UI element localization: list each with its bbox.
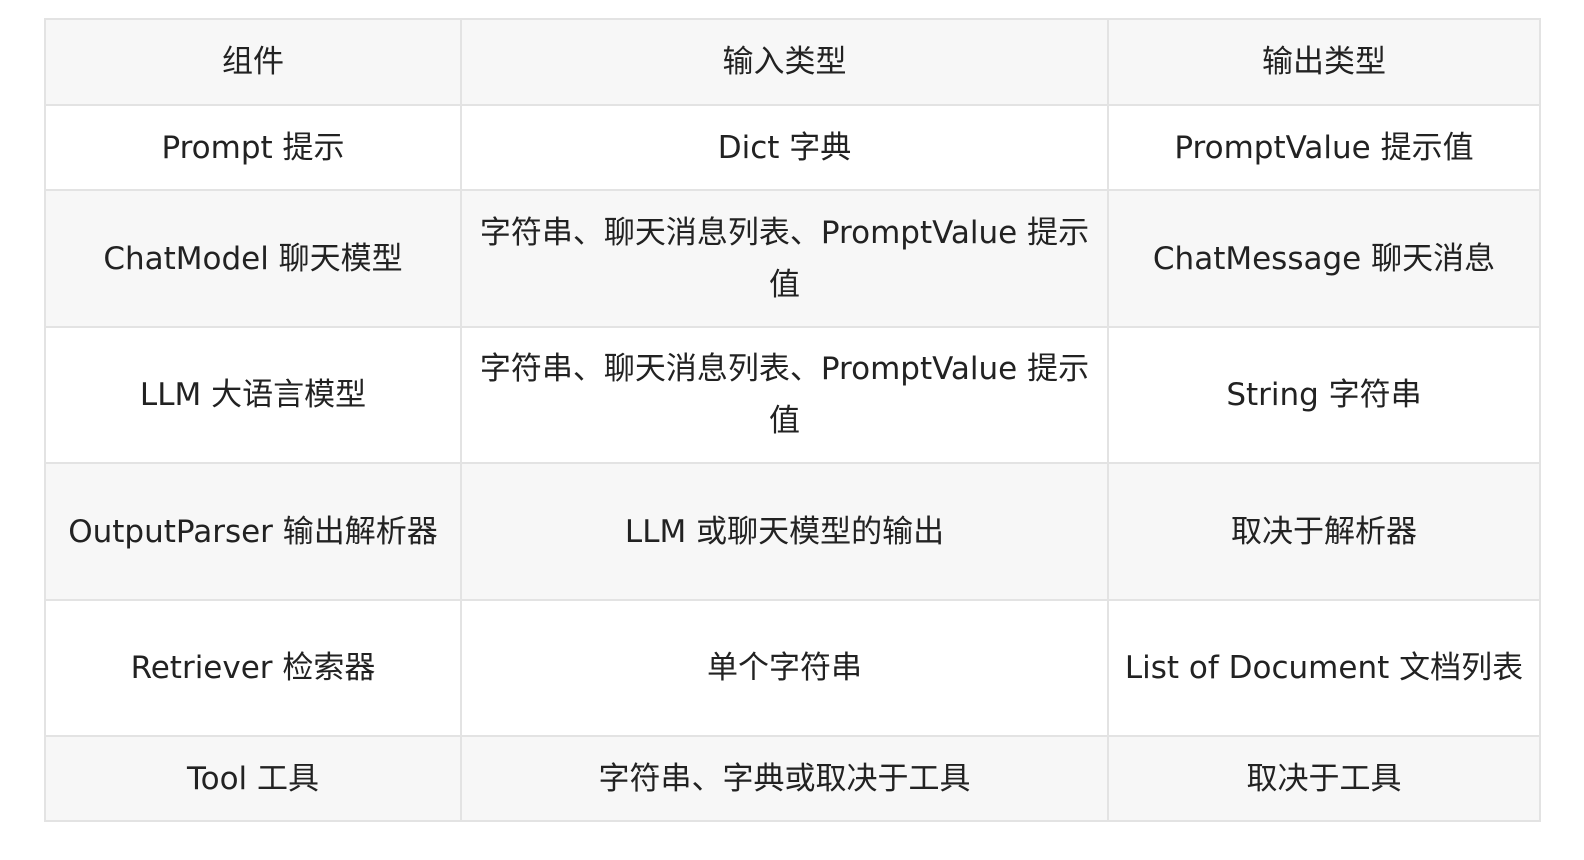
cell-input-type: Dict 字典 [460,104,1109,191]
header-output-type: 输出类型 [1107,18,1541,106]
cell-component: Prompt 提示 [44,104,462,191]
cell-output-type: 取决于工具 [1107,735,1541,822]
cell-output-type: PromptValue 提示值 [1107,104,1541,191]
components-table: 组件 输入类型 输出类型 Prompt 提示 Dict 字典 PromptVal… [44,18,1541,822]
table-row: Retriever 检索器 单个字符串 List of Document 文档列… [44,599,1541,737]
table-row: LLM 大语言模型 字符串、聊天消息列表、PromptValue 提示值 Str… [44,326,1541,464]
cell-output-type: String 字符串 [1107,326,1541,464]
cell-output-type: List of Document 文档列表 [1107,599,1541,737]
cell-output-type: 取决于解析器 [1107,462,1541,601]
cell-component: OutputParser 输出解析器 [44,462,462,601]
cell-input-type: LLM 或聊天模型的输出 [460,462,1109,601]
cell-output-type: ChatMessage 聊天消息 [1107,189,1541,328]
table-row: Prompt 提示 Dict 字典 PromptValue 提示值 [44,104,1541,191]
header-input-type: 输入类型 [460,18,1109,106]
table-header-row: 组件 输入类型 输出类型 [44,18,1541,106]
cell-component: LLM 大语言模型 [44,326,462,464]
header-component: 组件 [44,18,462,106]
cell-input-type: 字符串、聊天消息列表、PromptValue 提示值 [460,326,1109,464]
table-row: OutputParser 输出解析器 LLM 或聊天模型的输出 取决于解析器 [44,462,1541,601]
cell-component: ChatModel 聊天模型 [44,189,462,328]
cell-input-type: 单个字符串 [460,599,1109,737]
cell-input-type: 字符串、字典或取决于工具 [460,735,1109,822]
table-row: Tool 工具 字符串、字典或取决于工具 取决于工具 [44,735,1541,822]
components-table-container: 组件 输入类型 输出类型 Prompt 提示 Dict 字典 PromptVal… [44,18,1541,822]
cell-component: Retriever 检索器 [44,599,462,737]
table-row: ChatModel 聊天模型 字符串、聊天消息列表、PromptValue 提示… [44,189,1541,328]
cell-input-type: 字符串、聊天消息列表、PromptValue 提示值 [460,189,1109,328]
cell-component: Tool 工具 [44,735,462,822]
